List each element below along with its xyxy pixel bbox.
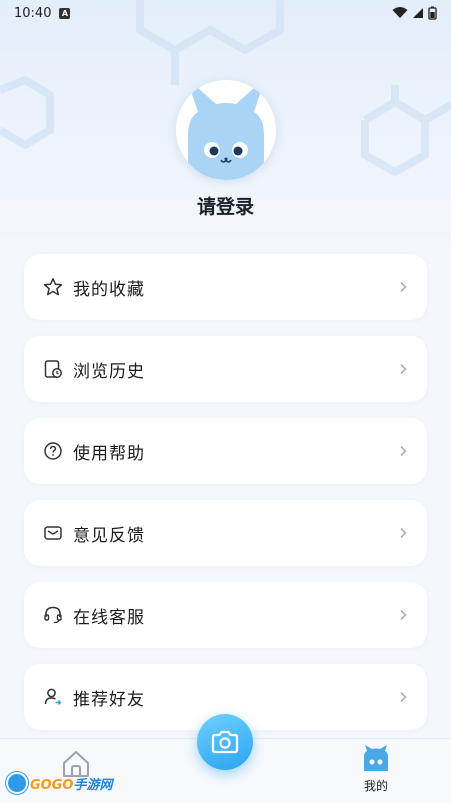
status-bar: 10:40 A xyxy=(0,0,451,26)
menu-item-history[interactable]: 浏览历史 xyxy=(24,336,427,402)
mail-icon xyxy=(43,523,63,543)
menu-item-label: 在线客服 xyxy=(73,607,145,628)
menu-item-label: 浏览历史 xyxy=(73,361,145,382)
watermark: GOGO手游网 xyxy=(6,770,112,796)
watermark-text: GOGO手游网 xyxy=(30,774,112,793)
menu-item-label: 我的收藏 xyxy=(73,279,145,300)
chevron-right-icon xyxy=(398,608,408,622)
camera-icon xyxy=(211,730,239,754)
sim-icon: A xyxy=(59,7,71,19)
chevron-right-icon xyxy=(398,362,408,376)
menu-item-label: 意见反馈 xyxy=(73,525,145,546)
wifi-icon xyxy=(392,7,408,18)
chevron-right-icon xyxy=(398,444,408,458)
menu-item-help[interactable]: 使用帮助 xyxy=(24,418,427,484)
menu-list: 我的收藏 浏览历史 使用帮助 意见反馈 在线客服 推荐好友 xyxy=(24,254,427,746)
tab-mine[interactable]: 我的 xyxy=(356,745,396,801)
headset-icon xyxy=(43,605,63,625)
menu-item-label: 使用帮助 xyxy=(73,443,145,464)
chevron-right-icon xyxy=(398,280,408,294)
history-icon xyxy=(43,359,63,379)
menu-item-label: 推荐好友 xyxy=(73,689,145,710)
status-time: 10:40 xyxy=(14,5,52,21)
avatar[interactable] xyxy=(176,80,276,180)
watermark-brand-a: GOGO xyxy=(30,777,74,793)
menu-item-favorites[interactable]: 我的收藏 xyxy=(24,254,427,320)
chevron-right-icon xyxy=(398,526,408,540)
chevron-right-icon xyxy=(398,690,408,704)
tab-mine-label: 我的 xyxy=(363,779,388,793)
watermark-brand-b: 手游网 xyxy=(73,777,113,793)
camera-button[interactable] xyxy=(197,714,253,770)
watermark-logo-icon xyxy=(6,772,28,794)
menu-item-feedback[interactable]: 意见反馈 xyxy=(24,500,427,566)
cat-icon xyxy=(364,745,388,771)
signal-icon xyxy=(413,8,423,18)
help-icon xyxy=(43,441,63,461)
menu-item-customer-service[interactable]: 在线客服 xyxy=(24,582,427,648)
star-icon xyxy=(43,277,63,297)
login-prompt[interactable]: 请登录 xyxy=(0,192,451,219)
battery-icon xyxy=(428,6,437,20)
user-share-icon xyxy=(43,687,63,707)
cat-avatar-icon xyxy=(188,86,264,180)
